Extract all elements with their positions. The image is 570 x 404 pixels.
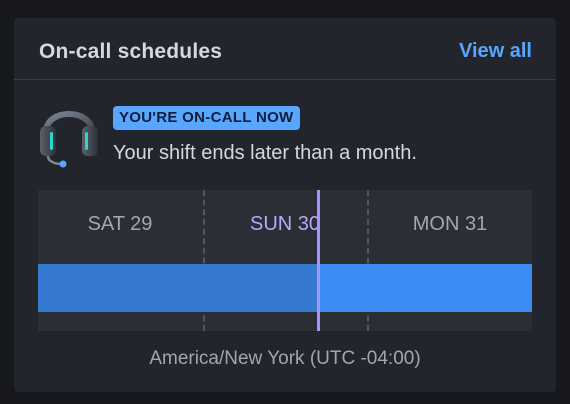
current-time-marker xyxy=(317,190,320,331)
day-label: MON 31 xyxy=(412,213,488,235)
shift-bar-past[interactable] xyxy=(38,264,318,312)
shift-bar-future[interactable] xyxy=(318,264,532,312)
view-all-link[interactable]: View all xyxy=(459,40,532,63)
day-label: SAT 29 xyxy=(87,213,153,235)
on-call-now-badge: YOU'RE ON-CALL NOW xyxy=(113,106,300,130)
card-title: On-call schedules xyxy=(39,40,223,63)
card-header: On-call schedules View all xyxy=(14,18,556,80)
timezone-label: America/New York (UTC -04:00) xyxy=(149,348,421,369)
shift-end-text: Your shift ends later than a month. xyxy=(113,142,417,164)
day-label-current: SUN 30 xyxy=(249,213,321,235)
schedule-timeline[interactable]: SAT 29 SUN 30 MON 31 xyxy=(38,190,532,331)
headset-icon xyxy=(36,96,102,168)
on-call-card: On-call schedules View all YOU'RE ON-CAL… xyxy=(14,18,556,392)
